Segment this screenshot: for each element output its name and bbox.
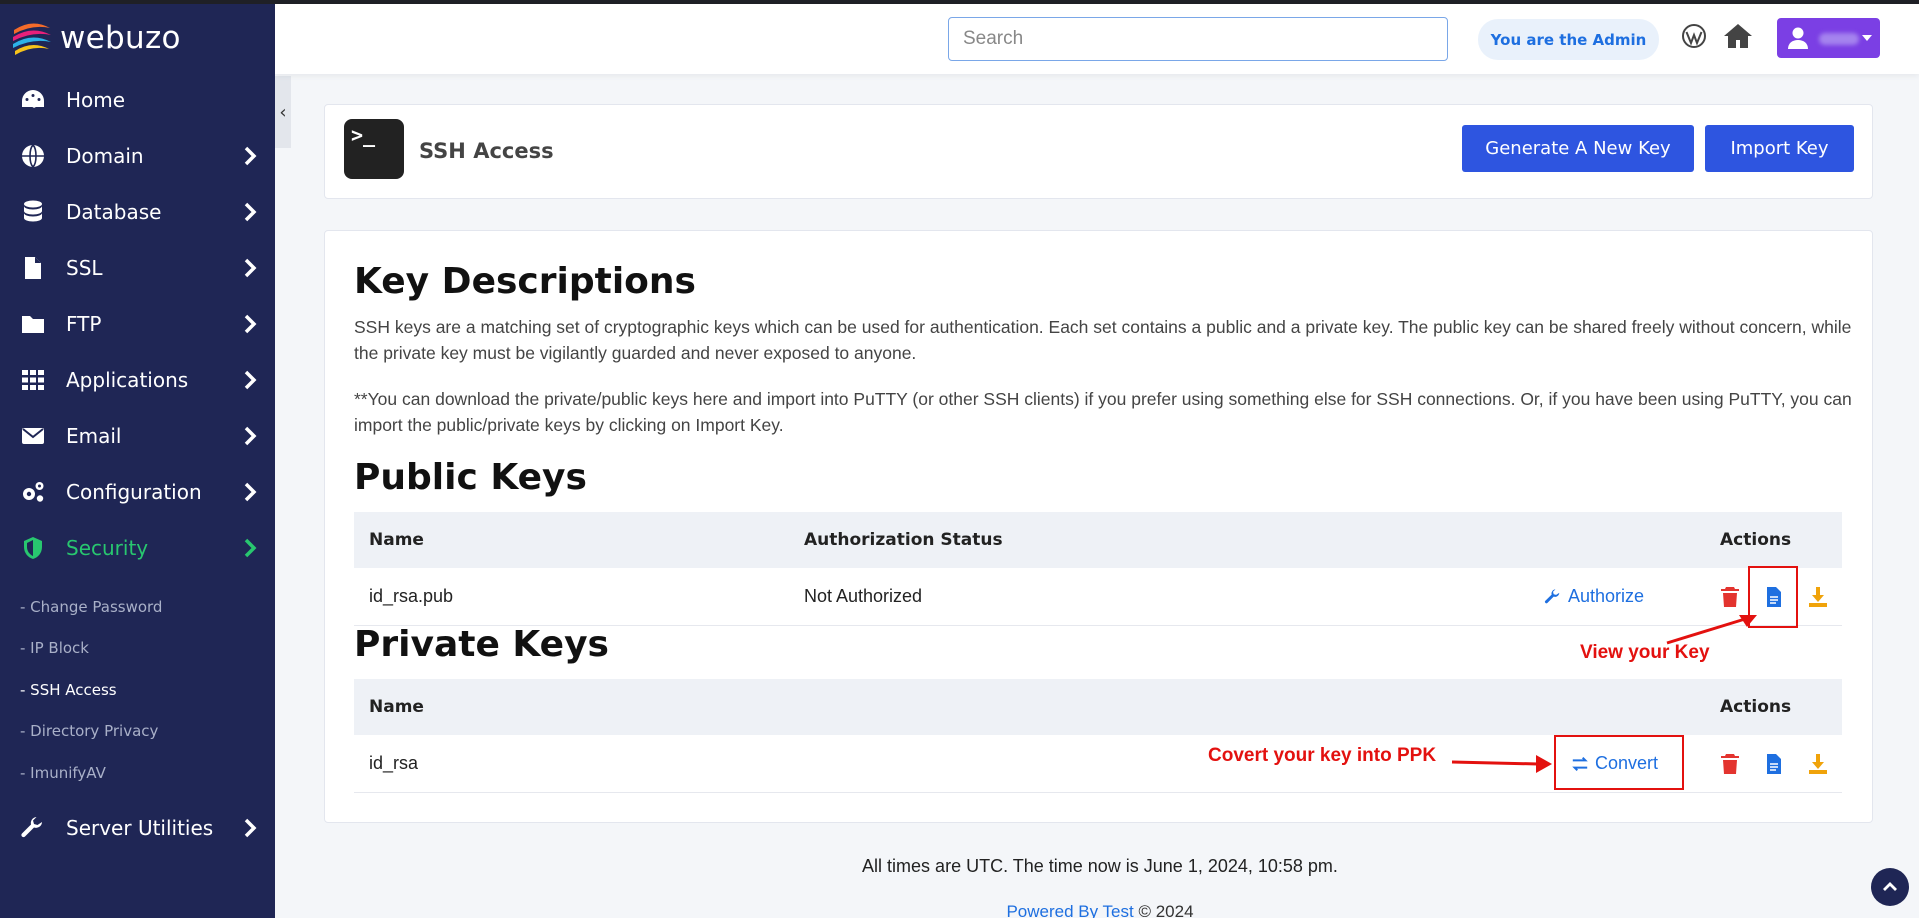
public-keys-table-header: Name Authorization Status Actions xyxy=(354,512,1842,568)
import-key-button[interactable]: Import Key xyxy=(1705,125,1854,172)
envelope-icon xyxy=(18,423,48,449)
public-keys-heading: Public Keys xyxy=(354,457,587,498)
description-paragraph: SSH keys are a matching set of cryptogra… xyxy=(354,317,1852,363)
powered-by-link[interactable]: Powered By Test xyxy=(1006,902,1133,918)
sidebar-item-label: Email xyxy=(66,424,122,448)
brand-name: webuzo xyxy=(60,20,181,56)
globe-icon xyxy=(18,143,48,169)
wrench-icon xyxy=(18,815,48,841)
sidebar-item-label: Home xyxy=(66,88,126,112)
view-file-icon[interactable] xyxy=(1764,753,1784,775)
submenu-directory-privacy[interactable]: - Directory Privacy xyxy=(0,711,275,753)
submenu-change-password[interactable]: - Change Password xyxy=(0,586,275,628)
sidebar-item-label: Database xyxy=(66,200,162,224)
home-icon[interactable] xyxy=(1722,21,1754,51)
sidebar-item-ssl[interactable]: SSL xyxy=(0,240,275,296)
column-header-actions: Actions xyxy=(1720,530,1792,550)
sidebar-item-applications[interactable]: Applications xyxy=(0,352,275,408)
sidebar-item-label: FTP xyxy=(66,312,102,336)
brand-logo[interactable]: webuzo xyxy=(0,4,275,72)
wordpress-icon[interactable] xyxy=(1680,22,1708,50)
sidebar-item-label: Domain xyxy=(66,144,144,168)
search-input[interactable] xyxy=(948,17,1448,61)
private-keys-heading: Private Keys xyxy=(354,624,609,665)
private-keys-table-header: Name Actions xyxy=(354,679,1842,735)
sidebar-item-server-utilities[interactable]: Server Utilities xyxy=(0,800,275,856)
download-icon[interactable] xyxy=(1808,586,1828,608)
chevron-right-icon xyxy=(243,481,257,503)
authorize-label: Authorize xyxy=(1568,586,1645,606)
key-content-card: Key Descriptions SSH keys are a matching… xyxy=(324,230,1873,823)
sidebar-item-email[interactable]: Email xyxy=(0,408,275,464)
top-bar: You are the Admin xyxy=(275,4,1919,74)
webuzo-logo-icon xyxy=(13,23,51,55)
chevron-right-icon xyxy=(243,369,257,391)
chevron-right-icon xyxy=(243,257,257,279)
sidebar-item-domain[interactable]: Domain xyxy=(0,128,275,184)
sidebar-item-label: Configuration xyxy=(66,480,202,504)
chevron-right-icon xyxy=(243,425,257,447)
annotation-arrow xyxy=(1666,615,1757,645)
scroll-to-top-button[interactable] xyxy=(1871,868,1909,906)
admin-badge: You are the Admin xyxy=(1478,19,1659,60)
sidebar-item-label: Applications xyxy=(66,368,189,392)
copyright-text: © 2024 xyxy=(1138,902,1194,918)
submenu-ssh-access[interactable]: - SSH Access xyxy=(0,669,275,711)
sidebar-item-security[interactable]: Security xyxy=(0,520,275,576)
sidebar-collapse-toggle[interactable]: ‹ xyxy=(275,76,291,148)
sidebar-item-label: Server Utilities xyxy=(66,815,214,840)
dashboard-icon xyxy=(18,87,48,113)
chevron-right-icon xyxy=(243,537,257,559)
page-header-card: >_ SSH Access Generate A New Key Import … xyxy=(324,104,1873,199)
column-header-name: Name xyxy=(369,530,424,550)
sidebar-item-database[interactable]: Database xyxy=(0,184,275,240)
key-descriptions-heading: Key Descriptions xyxy=(354,261,696,302)
putty-note-paragraph: **You can download the private/public ke… xyxy=(354,389,1852,435)
sidebar-item-home[interactable]: Home xyxy=(0,72,275,128)
column-header-authorization-status: Authorization Status xyxy=(804,530,1003,550)
sidebar-item-label: SSL xyxy=(66,256,103,280)
column-header-name: Name xyxy=(369,697,424,717)
file-icon xyxy=(18,255,48,281)
page-title: SSH Access xyxy=(419,139,554,163)
chevron-right-icon xyxy=(243,313,257,335)
security-submenu: - Change Password - IP Block - SSH Acces… xyxy=(0,576,275,800)
gears-icon xyxy=(18,479,48,505)
chevron-up-icon xyxy=(1883,882,1897,891)
chevron-right-icon xyxy=(243,817,257,839)
sidebar-item-ftp[interactable]: FTP xyxy=(0,296,275,352)
convert-highlight xyxy=(1554,735,1684,790)
sidebar-item-configuration[interactable]: Configuration xyxy=(0,464,275,520)
convert-annotation: Covert your key into PPK xyxy=(1208,745,1437,766)
annotation-arrow xyxy=(1451,755,1552,773)
column-header-actions: Actions xyxy=(1720,697,1792,717)
footer-time: All times are UTC. The time now is June … xyxy=(862,856,1338,876)
database-icon xyxy=(18,199,48,225)
authorize-button[interactable]: Authorize xyxy=(1544,568,1644,625)
download-icon[interactable] xyxy=(1808,753,1828,775)
submenu-ip-block[interactable]: - IP Block xyxy=(0,628,275,670)
wrench-icon xyxy=(1544,588,1560,603)
terminal-icon: >_ xyxy=(344,119,404,179)
authorization-status: Not Authorized xyxy=(804,586,923,606)
trash-icon[interactable] xyxy=(1720,753,1740,775)
caret-down-icon xyxy=(1862,35,1872,41)
footer-powered-by: Powered By Test © 2024 xyxy=(0,902,1919,918)
username-redacted xyxy=(1819,33,1859,45)
user-menu-button[interactable] xyxy=(1777,18,1880,58)
grid-icon xyxy=(18,367,48,393)
table-row: id_rsa.pub Not Authorized Authorize xyxy=(354,568,1842,626)
chevron-right-icon xyxy=(243,201,257,223)
folder-icon xyxy=(18,311,48,337)
submenu-imunifyav[interactable]: - ImunifyAV xyxy=(0,752,275,794)
chevron-right-icon xyxy=(243,145,257,167)
user-icon xyxy=(1788,27,1808,49)
generate-new-key-button[interactable]: Generate A New Key xyxy=(1462,125,1694,172)
key-name: id_rsa xyxy=(369,753,419,773)
shield-icon xyxy=(18,535,48,561)
sidebar: webuzo Home Domain Database SSL FTP Appl… xyxy=(0,4,275,918)
key-name: id_rsa.pub xyxy=(369,586,454,606)
trash-icon[interactable] xyxy=(1720,586,1740,608)
sidebar-item-label: Security xyxy=(66,536,149,560)
